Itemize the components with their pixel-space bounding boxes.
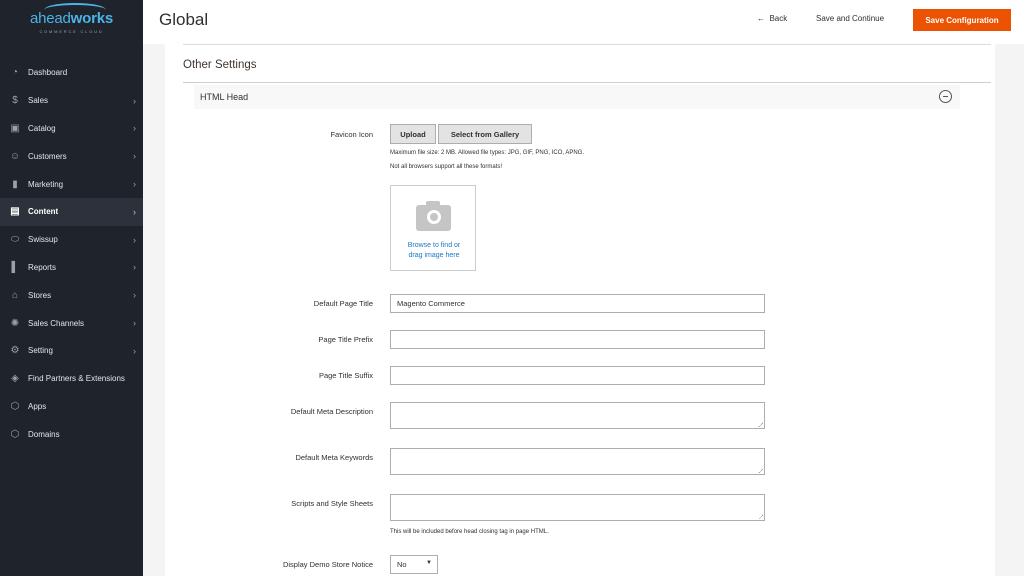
channels-icon: ✺: [10, 317, 20, 329]
demo-notice-select[interactable]: No ▼: [390, 555, 438, 574]
sidebar-item-swissup[interactable]: ⬭ Swissup ›: [0, 226, 143, 254]
dollar-icon: $: [12, 95, 18, 107]
default-page-title-input[interactable]: Magento Commerce: [390, 294, 765, 313]
upload-button[interactable]: Upload: [390, 124, 436, 144]
chevron-right-icon: ›: [133, 123, 136, 134]
sidebar-item-label: Domains: [28, 429, 60, 439]
sidebar-item-find-partners-extensions[interactable]: ◈ Find Partners & Extensions: [0, 365, 143, 393]
sidebar-item-label: Stores: [28, 290, 52, 300]
chevron-right-icon: ›: [133, 290, 136, 301]
dashboard-icon: ◔: [11, 67, 19, 79]
arrow-left-icon: ←: [757, 14, 765, 23]
sidebar-item-reports[interactable]: ▌ Reports ›: [0, 254, 143, 282]
sidebar-item-sales-channels[interactable]: ✺ Sales Channels ›: [0, 309, 143, 337]
chevron-right-icon: ›: [133, 318, 136, 329]
sidebar-item-sales[interactable]: $ Sales ›: [0, 87, 143, 115]
chevron-right-icon: ›: [133, 206, 136, 217]
scripts-label: Scripts and Style Sheets: [291, 499, 373, 508]
image-uploader-dropzone[interactable]: Browse to find or drag image here: [390, 185, 476, 271]
sidebar-item-marketing[interactable]: ▮ Marketing ›: [0, 170, 143, 198]
chevron-right-icon: ›: [133, 262, 136, 273]
chevron-right-icon: ›: [133, 234, 136, 245]
content-icon: ▤: [10, 206, 20, 218]
sidebar-item-content[interactable]: ▤ Content ›: [0, 197, 143, 226]
sidebar-item-label: Sales Channels: [28, 318, 85, 328]
reports-icon: ▌: [11, 261, 19, 273]
back-button[interactable]: ← Back: [757, 14, 787, 23]
caret-down-icon: ▼: [426, 560, 432, 566]
admin-sidebar: aheadworks COMMERCE CLOUD ◔ Dashboard $ Sal…: [0, 0, 143, 576]
group-title: HTML Head: [200, 92, 249, 102]
logo-tagline: COMMERCE CLOUD: [39, 29, 104, 34]
chevron-right-icon: ›: [133, 151, 136, 162]
store-icon: ⌂: [11, 289, 19, 301]
demo-notice-label: Display Demo Store Notice: [282, 560, 373, 569]
brand-logo[interactable]: aheadworks COMMERCE CLOUD: [0, 0, 143, 44]
logo-wordmark: aheadworks: [30, 3, 113, 27]
swissup-icon: ⬭: [10, 234, 20, 246]
default-page-title-label: Default Page Title: [313, 299, 373, 308]
sidebar-item-stores[interactable]: ⌂ Stores ›: [0, 281, 143, 309]
config-main: Other Settings HTML Head Favicon Icon Up…: [165, 44, 995, 576]
page-title-suffix-label: Page Title Suffix: [318, 371, 373, 380]
sidebar-item-apps[interactable]: ⬡ Apps: [0, 393, 143, 421]
meta-description-label: Default Meta Description: [290, 407, 373, 416]
sidebar-nav: ◔ Dashboard $ Sales › ▣ Catalog › ☺ Customers › ▮ Ma…: [0, 59, 143, 448]
scripts-note: This will be included before head closin…: [390, 529, 549, 535]
sidebar-item-label: Customers: [28, 151, 67, 161]
box-icon: ▣: [10, 122, 20, 134]
hexagon-icon: ⬡: [10, 428, 20, 440]
page-title-suffix-input[interactable]: [390, 366, 765, 385]
cube-icon: ◈: [11, 373, 19, 385]
page-title-prefix-label: Page Title Prefix: [318, 335, 373, 344]
sidebar-item-label: Content: [28, 207, 59, 217]
sidebar-item-label: Reports: [28, 262, 57, 272]
sidebar-item-catalog[interactable]: ▣ Catalog ›: [0, 115, 143, 143]
sidebar-item-label: Setting: [28, 346, 53, 356]
sidebar-item-dashboard[interactable]: ◔ Dashboard: [0, 59, 143, 87]
scripts-textarea[interactable]: [390, 494, 765, 521]
section-title[interactable]: Other Settings: [183, 59, 257, 71]
customers-icon: ☺: [9, 150, 21, 162]
group-header-html-head[interactable]: HTML Head: [194, 85, 960, 109]
sidebar-item-label: Sales: [28, 96, 49, 106]
browser-support-note: Not all browsers support all these forma…: [390, 164, 503, 170]
page-title-prefix-input[interactable]: [390, 330, 765, 349]
sidebar-item-domains[interactable]: ⬡ Domains: [0, 420, 143, 448]
meta-keywords-textarea[interactable]: [390, 448, 765, 475]
divider: [183, 82, 991, 83]
sidebar-item-label: Dashboard: [28, 68, 68, 78]
chevron-right-icon: ›: [133, 179, 136, 190]
sidebar-item-label: Swissup: [28, 235, 58, 245]
chevron-right-icon: ›: [133, 345, 136, 356]
save-configuration-button[interactable]: Save Configuration: [913, 9, 1011, 31]
page-header: Global ← Back Save and Continue Save Con…: [143, 0, 1024, 44]
page-title: Global: [159, 10, 209, 29]
file-size-note: Maximum file size: 2 MB. Allowed file ty…: [390, 150, 585, 156]
save-and-continue-button[interactable]: Save and Continue: [816, 14, 884, 23]
sidebar-item-label: Apps: [28, 401, 47, 411]
sidebar-item-label: Marketing: [28, 179, 64, 189]
hexagon-icon: ⬡: [10, 400, 20, 412]
chevron-right-icon: ›: [133, 95, 136, 106]
meta-description-textarea[interactable]: [390, 402, 765, 429]
browse-link[interactable]: Browse to find or drag image here: [391, 241, 477, 260]
collapse-icon[interactable]: [939, 90, 952, 103]
sidebar-item-label: Catalog: [28, 123, 56, 133]
divider: [183, 44, 991, 45]
sidebar-item-setting[interactable]: ⚙ Setting ›: [0, 337, 143, 365]
meta-keywords-label: Default Meta Keywords: [295, 453, 373, 462]
select-from-gallery-button[interactable]: Select from Gallery: [438, 124, 532, 144]
marketing-icon: ▮: [12, 178, 18, 190]
favicon-label: Favicon Icon: [330, 130, 373, 139]
sidebar-item-customers[interactable]: ☺ Customers ›: [0, 142, 143, 170]
sidebar-item-label: Find Partners & Extensions: [28, 374, 125, 384]
gear-icon: ⚙: [10, 345, 20, 357]
